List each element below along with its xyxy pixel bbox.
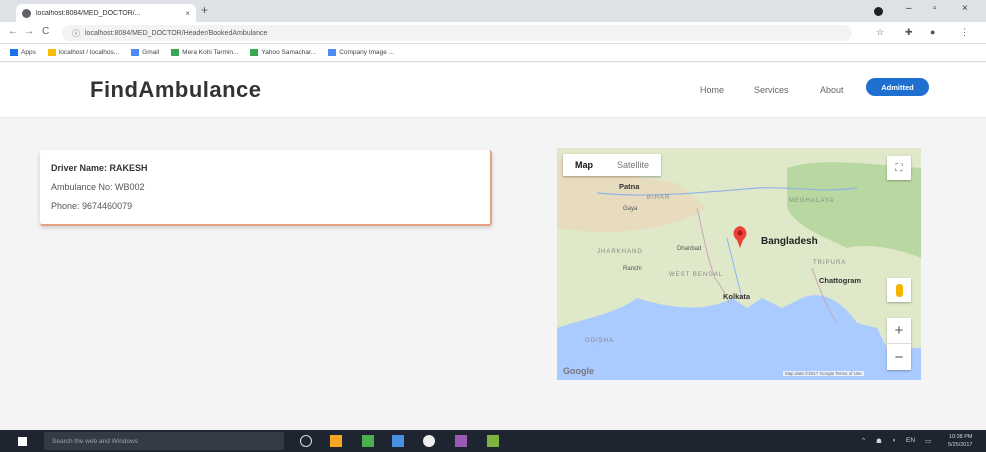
- bookmark-icon: [328, 49, 337, 56]
- label-ranchi: Ranchi: [623, 266, 642, 272]
- close-window-icon[interactable]: ×: [962, 3, 968, 14]
- files-taskbar-icon[interactable]: [362, 435, 374, 447]
- nav-services[interactable]: Services: [754, 85, 789, 95]
- taskbar-search[interactable]: Search the web and Windows: [44, 432, 284, 450]
- label-kolkata: Kolkata: [723, 292, 751, 301]
- label-bangladesh: Bangladesh: [761, 236, 818, 247]
- url-field[interactable]: ⓘ localhost:8084/MED_DOCTOR/Header/Booke…: [62, 25, 852, 41]
- bookmark-star-icon[interactable]: ☆: [876, 27, 884, 38]
- admitted-button[interactable]: Admitted: [866, 78, 929, 96]
- bookmark-icon: [171, 49, 180, 56]
- label-odisha: ODISHA: [585, 338, 615, 344]
- pegman-button[interactable]: [887, 278, 911, 302]
- bookmark-5[interactable]: Company Image ...: [328, 49, 394, 56]
- app3-taskbar-icon[interactable]: [487, 435, 499, 447]
- google-logo[interactable]: Google: [563, 366, 594, 376]
- site-brand[interactable]: FindAmbulance: [90, 77, 262, 103]
- taskbar-clock[interactable]: 10:38 PM 5/25/2017: [948, 433, 972, 449]
- label-gaya: Gaya: [623, 206, 638, 212]
- driver-phone: Phone: 9674460079: [51, 201, 133, 211]
- menu-icon[interactable]: ⋮: [960, 27, 969, 38]
- app-taskbar-icon[interactable]: [392, 435, 404, 447]
- fullscreen-button[interactable]: ⛶: [887, 156, 911, 180]
- bookmark-4[interactable]: Yahoo Samachar...: [250, 49, 316, 56]
- extension-icon[interactable]: ✚: [905, 27, 913, 38]
- clock-time: 10:38 PM: [948, 434, 973, 440]
- site-navbar: FindAmbulance Home Services About Admitt…: [0, 63, 986, 118]
- windows-taskbar: Search the web and Windows ^ ☗ ◖ EN ▭ 10…: [0, 430, 986, 452]
- new-tab-button[interactable]: +: [201, 3, 208, 17]
- label-tripura: TRIPURA: [813, 260, 847, 266]
- zoom-in-button[interactable]: +: [887, 318, 911, 344]
- language-icon[interactable]: EN: [906, 437, 915, 444]
- app2-taskbar-icon[interactable]: [423, 435, 435, 447]
- tray-chevron-icon[interactable]: ^: [862, 437, 865, 444]
- label-bihar: BIHAR: [647, 195, 671, 201]
- vs-taskbar-icon[interactable]: [455, 435, 467, 447]
- tab-title: localhost:8084/MED_DOCTOR/...: [36, 9, 141, 17]
- map-tiles: [557, 148, 921, 380]
- bookmarks-bar: Apps localhost / localhos... Gmail Mera …: [0, 44, 986, 62]
- label-jharkhand: JHARKHAND: [597, 249, 643, 255]
- map-type-control: Map Satellite: [563, 154, 662, 176]
- map-terms[interactable]: Map data ©2017 Google Terms of Use: [783, 371, 864, 376]
- chrome-taskbar-icon[interactable]: [330, 435, 342, 447]
- bookmark-gmail[interactable]: Gmail: [131, 49, 159, 56]
- map-type-satellite[interactable]: Satellite: [605, 154, 661, 176]
- back-button[interactable]: ←: [8, 26, 18, 37]
- tab-favicon-icon: [22, 8, 31, 18]
- clock-date: 5/25/2017: [948, 442, 973, 448]
- forward-button[interactable]: →: [24, 26, 34, 37]
- ambulance-number: Ambulance No: WB002: [51, 182, 145, 192]
- driver-name: Driver Name: RAKESH: [51, 163, 148, 173]
- label-west-bengal: WEST BENGAL: [669, 272, 724, 278]
- zoom-control: + −: [887, 318, 911, 370]
- address-bar-row: ← → C ⓘ localhost:8084/MED_DOCTOR/Header…: [0, 22, 986, 44]
- label-meghalaya: MEGHALAYA: [789, 198, 835, 204]
- zoom-out-button[interactable]: −: [887, 344, 911, 370]
- notification-icon[interactable]: ▭: [925, 437, 931, 445]
- cortana-icon[interactable]: [300, 435, 312, 447]
- nav-home[interactable]: Home: [700, 85, 724, 95]
- nav-about[interactable]: About: [820, 85, 844, 95]
- label-chattogram: Chattogram: [819, 276, 862, 285]
- reload-button[interactable]: C: [42, 26, 49, 37]
- bookmark-apps[interactable]: Apps: [10, 49, 36, 56]
- folder-icon: [47, 49, 56, 56]
- driver-info-card: Driver Name: RAKESH Ambulance No: WB002 …: [40, 150, 492, 226]
- maximize-icon[interactable]: ▫: [933, 3, 937, 14]
- account-icon[interactable]: ●: [930, 27, 935, 37]
- map-type-map[interactable]: Map: [563, 154, 605, 176]
- network-icon[interactable]: ☗: [876, 437, 882, 445]
- bookmark-localhost[interactable]: localhost / localhos...: [47, 49, 119, 56]
- minimize-icon[interactable]: –: [906, 3, 912, 14]
- mail-icon: [131, 49, 140, 56]
- label-patna: Patna: [619, 182, 640, 191]
- apps-icon: [10, 49, 18, 56]
- url-text: localhost:8084/MED_DOCTOR/Header/BookedA…: [85, 29, 268, 37]
- profile-icon[interactable]: [874, 7, 883, 16]
- site-info-icon[interactable]: ⓘ: [72, 28, 80, 39]
- tab-close-icon[interactable]: ×: [185, 9, 190, 18]
- map-view[interactable]: Map Satellite ⛶ + − Patna BIHAR Gaya MEG…: [557, 148, 921, 380]
- volume-icon[interactable]: ◖: [892, 437, 896, 444]
- browser-tabstrip: localhost:8084/MED_DOCTOR/... × + – ▫ ×: [0, 0, 986, 22]
- label-dhanbad: Dhanbad: [677, 246, 702, 252]
- pegman-icon: [895, 283, 903, 297]
- windows-start-icon[interactable]: [18, 437, 27, 446]
- bookmark-3[interactable]: Mera Kohi Tarmin...: [171, 49, 238, 56]
- browser-tab[interactable]: localhost:8084/MED_DOCTOR/... ×: [16, 4, 196, 22]
- bookmark-icon: [250, 49, 259, 56]
